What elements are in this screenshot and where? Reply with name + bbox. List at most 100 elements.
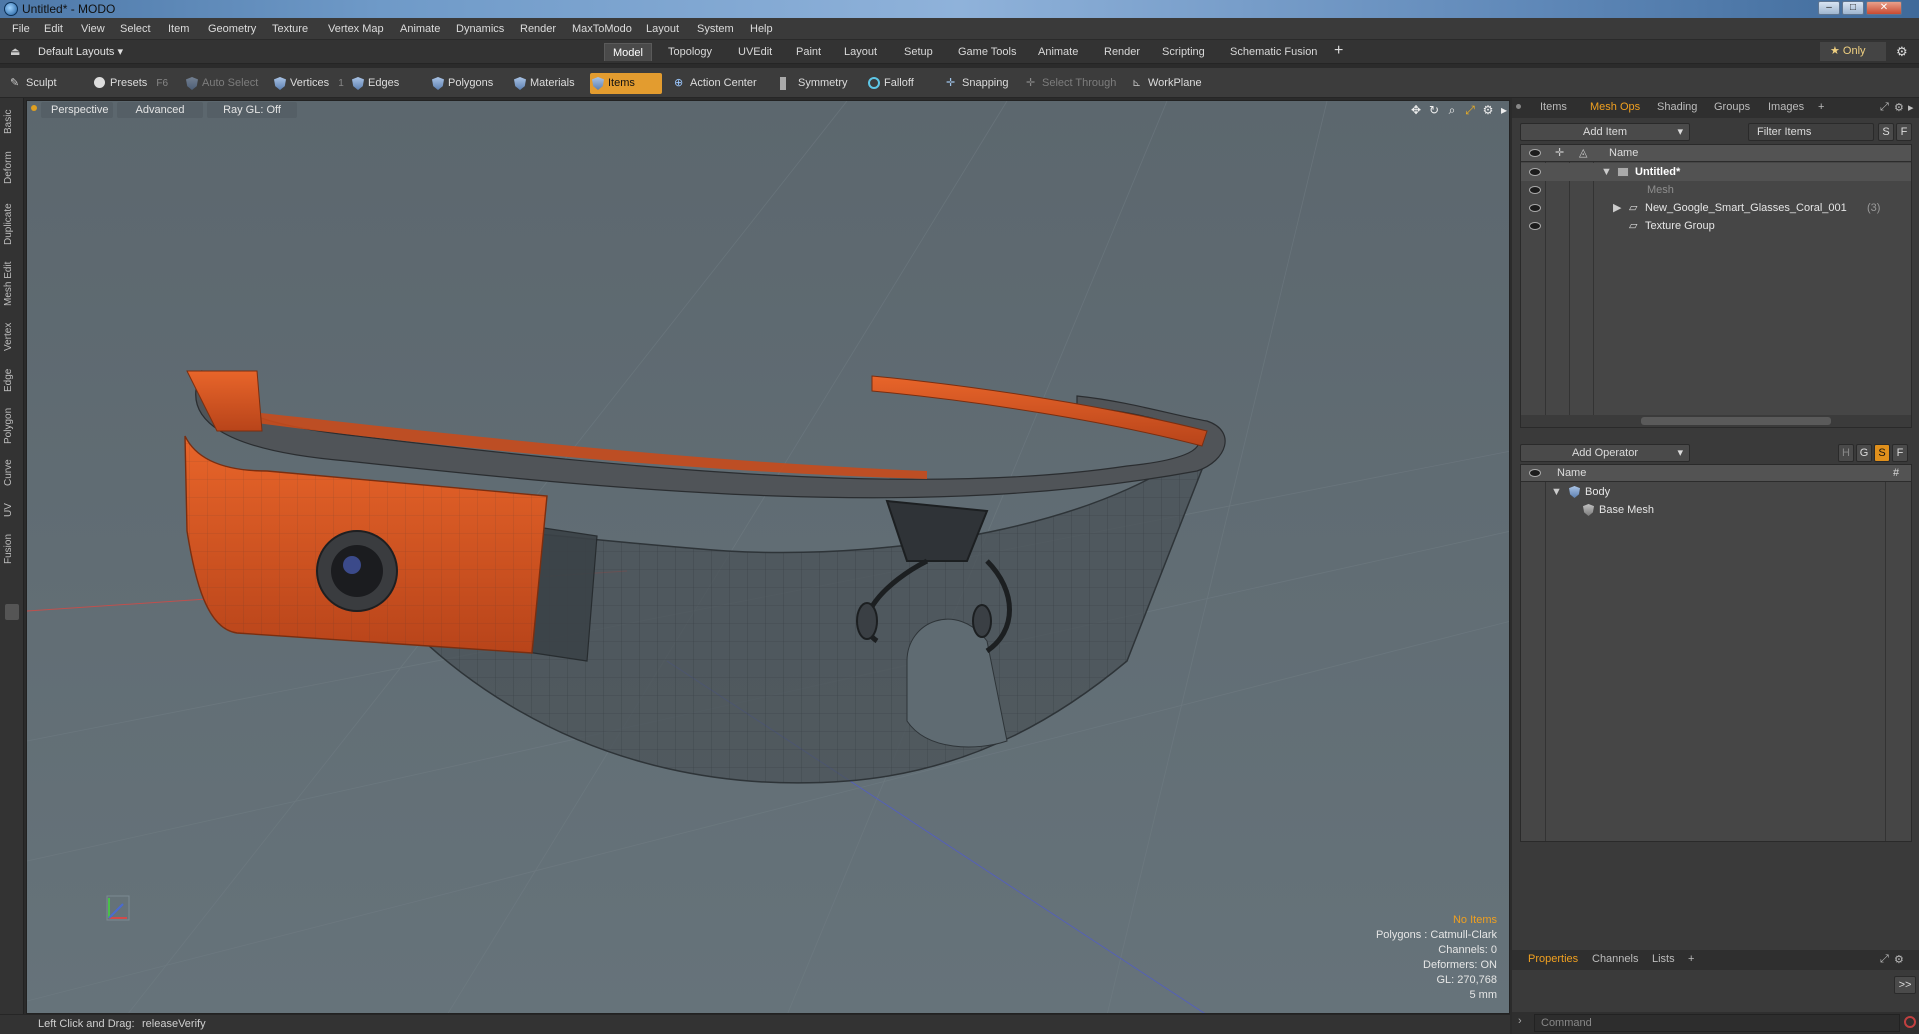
3d-viewport[interactable]: Perspective Advanced Ray GL: Off ✥ ↻ ⌕ ⤢… bbox=[26, 100, 1510, 1014]
tab-uvedit[interactable]: UVEdit bbox=[730, 43, 780, 61]
menu-select[interactable]: Select bbox=[120, 23, 151, 35]
menu-texture[interactable]: Texture bbox=[272, 23, 308, 35]
menu-animate[interactable]: Animate bbox=[400, 23, 440, 35]
move-view-icon[interactable]: ✥ bbox=[1409, 103, 1423, 117]
horizontal-scrollbar[interactable] bbox=[1521, 415, 1911, 427]
menu-vertex-map[interactable]: Vertex Map bbox=[328, 23, 384, 35]
add-tab-icon[interactable]: + bbox=[1334, 42, 1343, 60]
list-item[interactable]: Base Mesh bbox=[1521, 501, 1911, 519]
raygl-toggle[interactable]: Ray GL: Off bbox=[207, 102, 297, 118]
list-item[interactable]: ▱ Texture Group bbox=[1521, 217, 1911, 235]
sidebar-collapse-handle[interactable] bbox=[5, 604, 19, 620]
panel-arrow-icon[interactable]: ▸ bbox=[1908, 101, 1914, 114]
tab-shading[interactable]: Shading bbox=[1657, 101, 1697, 113]
tab-images[interactable]: Images bbox=[1768, 101, 1804, 113]
tab-groups[interactable]: Groups bbox=[1714, 101, 1750, 113]
expand-properties-button[interactable]: >> bbox=[1894, 976, 1916, 994]
eye-icon[interactable] bbox=[1529, 204, 1541, 212]
filter-items-input[interactable]: Filter Items bbox=[1748, 123, 1874, 141]
tab-lists[interactable]: Lists bbox=[1652, 953, 1675, 965]
falloff-button[interactable]: Falloff bbox=[866, 73, 940, 94]
panel-gear-icon[interactable]: ⚙ bbox=[1894, 101, 1904, 114]
tab-scripting[interactable]: Scripting bbox=[1154, 43, 1213, 61]
menu-system[interactable]: System bbox=[697, 23, 734, 35]
maximize-button[interactable]: □ bbox=[1842, 1, 1864, 15]
side-tab-edge[interactable]: Edge bbox=[3, 362, 21, 398]
menu-layout[interactable]: Layout bbox=[646, 23, 679, 35]
view-perspective-dropdown[interactable]: Perspective bbox=[41, 102, 113, 118]
sculpt-button[interactable]: ✎ Sculpt bbox=[8, 73, 88, 94]
menu-maxtomodo[interactable]: MaxToModo bbox=[572, 23, 632, 35]
tab-properties[interactable]: Properties bbox=[1528, 953, 1578, 965]
item-list[interactable]: ✛ ◬ Name ▼ Untitled* Mesh ▶ ▱ New_Google… bbox=[1520, 144, 1912, 428]
list-item[interactable]: ▼ Body bbox=[1521, 483, 1911, 501]
shading-advanced-dropdown[interactable]: Advanced bbox=[117, 102, 203, 118]
operator-f-button[interactable]: F bbox=[1892, 444, 1908, 462]
maximize-view-icon[interactable]: ⤢ bbox=[1463, 103, 1477, 117]
only-button[interactable]: ★ Only bbox=[1820, 42, 1886, 61]
close-window-button[interactable]: ✕ bbox=[1866, 1, 1902, 15]
tab-channels[interactable]: Channels bbox=[1592, 953, 1638, 965]
tab-layout[interactable]: Layout bbox=[836, 43, 885, 61]
side-tab-duplicate[interactable]: Duplicate bbox=[3, 196, 21, 252]
side-tab-uv[interactable]: UV bbox=[3, 496, 21, 524]
operator-list[interactable]: Name # ▼ Body Base Mesh bbox=[1520, 464, 1912, 842]
filter-s-button[interactable]: S bbox=[1878, 123, 1894, 141]
tab-render[interactable]: Render bbox=[1096, 43, 1148, 61]
tab-schematic-fusion[interactable]: Schematic Fusion bbox=[1222, 43, 1325, 61]
tab-mesh-ops[interactable]: Mesh Ops bbox=[1590, 101, 1640, 113]
tab-model[interactable]: Model bbox=[604, 43, 652, 61]
side-tab-deform[interactable]: Deform bbox=[3, 146, 21, 190]
polygons-button[interactable]: Polygons bbox=[430, 73, 502, 94]
tab-animate[interactable]: Animate bbox=[1030, 43, 1086, 61]
add-operator-button[interactable]: Add Operator ▾ bbox=[1520, 444, 1690, 462]
add-item-button[interactable]: Add Item ▾ bbox=[1520, 123, 1690, 141]
side-tab-vertex[interactable]: Vertex bbox=[3, 316, 21, 358]
minimize-button[interactable]: – bbox=[1818, 1, 1840, 15]
snapping-button[interactable]: ✛ Snapping bbox=[944, 73, 1016, 94]
select-through-button[interactable]: ✛ Select Through bbox=[1024, 73, 1120, 94]
filter-f-button[interactable]: F bbox=[1896, 123, 1912, 141]
vertices-button[interactable]: Vertices 1 bbox=[272, 73, 350, 94]
presets-button[interactable]: Presets F6 bbox=[92, 73, 172, 94]
properties-expand-icon[interactable]: ⤢ bbox=[1880, 953, 1889, 966]
menu-help[interactable]: Help bbox=[750, 23, 773, 35]
layout-toggle-icon[interactable]: ⏏ bbox=[10, 45, 20, 58]
materials-button[interactable]: Materials bbox=[512, 73, 584, 94]
eye-icon[interactable] bbox=[1529, 168, 1541, 176]
menu-geometry[interactable]: Geometry bbox=[208, 23, 256, 35]
command-input[interactable]: Command bbox=[1534, 1014, 1900, 1032]
action-center-button[interactable]: ⊕ Action Center bbox=[672, 73, 764, 94]
side-tab-curve[interactable]: Curve bbox=[3, 454, 21, 492]
add-panel-tab[interactable]: + bbox=[1818, 101, 1824, 113]
zoom-view-icon[interactable]: ⌕ bbox=[1445, 103, 1459, 117]
default-layouts-dropdown[interactable]: Default Layouts ▾ bbox=[38, 45, 123, 58]
tab-paint[interactable]: Paint bbox=[788, 43, 829, 61]
tab-items[interactable]: Items bbox=[1540, 101, 1567, 113]
menu-render[interactable]: Render bbox=[520, 23, 556, 35]
collapse-arrow-icon[interactable]: ▼ bbox=[1551, 483, 1562, 501]
properties-gear-icon[interactable]: ⚙ bbox=[1894, 953, 1904, 966]
side-tab-basic[interactable]: Basic bbox=[3, 104, 21, 140]
panel-expand-icon[interactable]: ⤢ bbox=[1880, 101, 1889, 114]
menu-dynamics[interactable]: Dynamics bbox=[456, 23, 504, 35]
list-item[interactable]: ▶ ▱ New_Google_Smart_Glasses_Coral_001 (… bbox=[1521, 199, 1911, 217]
operator-h-button[interactable]: H bbox=[1838, 444, 1854, 462]
gear-icon[interactable]: ⚙ bbox=[1896, 44, 1908, 60]
eye-icon[interactable] bbox=[1529, 222, 1541, 230]
viewport-gear-icon[interactable]: ⚙ bbox=[1481, 103, 1495, 117]
symmetry-button[interactable]: Symmetry bbox=[776, 73, 858, 94]
tab-topology[interactable]: Topology bbox=[660, 43, 720, 61]
side-tab-polygon[interactable]: Polygon bbox=[3, 402, 21, 450]
tab-setup[interactable]: Setup bbox=[896, 43, 941, 61]
operator-s-button[interactable]: S bbox=[1874, 444, 1890, 462]
edges-button[interactable]: Edges 2 bbox=[350, 73, 426, 110]
rotate-view-icon[interactable]: ↻ bbox=[1427, 103, 1441, 117]
menu-item[interactable]: Item bbox=[168, 23, 189, 35]
viewport-menu-arrow-icon[interactable]: ▸ bbox=[1497, 103, 1509, 117]
side-tab-fusion[interactable]: Fusion bbox=[3, 528, 21, 570]
eye-icon[interactable] bbox=[1529, 186, 1541, 194]
menu-view[interactable]: View bbox=[81, 23, 105, 35]
record-icon[interactable] bbox=[1904, 1016, 1916, 1028]
items-button[interactable]: Items 5 bbox=[590, 73, 662, 110]
